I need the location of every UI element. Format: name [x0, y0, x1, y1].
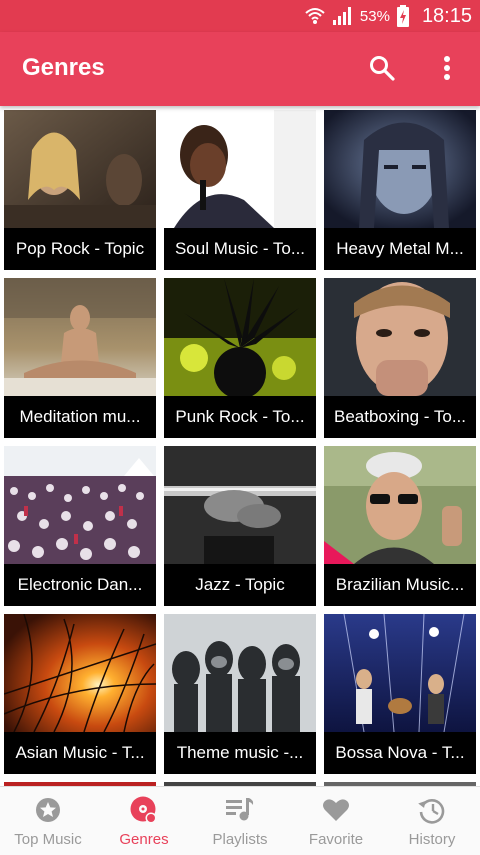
genre-label: Punk Rock - To...	[164, 396, 316, 438]
genre-thumbnail	[324, 446, 476, 564]
genre-thumbnail	[164, 278, 316, 396]
genre-label: Electronic Dan...	[4, 564, 156, 606]
nav-playlists[interactable]: Playlists	[192, 787, 288, 855]
genre-thumbnail	[4, 278, 156, 396]
genre-label: Bossa Nova - T...	[324, 732, 476, 774]
genre-thumbnail	[324, 278, 476, 396]
vinyl-record-icon	[129, 795, 159, 825]
genre-thumbnail	[4, 446, 156, 564]
genre-card-heavy-metal[interactable]: Heavy Metal M...	[324, 110, 476, 270]
genre-thumbnail	[164, 446, 316, 564]
more-vert-icon	[443, 55, 451, 86]
nav-label: Playlists	[212, 831, 268, 848]
genre-card-beatboxing[interactable]: Beatboxing - To...	[324, 278, 476, 438]
genre-label: Asian Music - T...	[4, 732, 156, 774]
heart-icon	[322, 795, 350, 825]
nav-genres[interactable]: Genres	[96, 787, 192, 855]
bottom-navigation: Top Music Genres Playlists Favorite Hist…	[0, 786, 480, 855]
genre-thumbnail	[324, 614, 476, 732]
genre-thumbnail	[164, 614, 316, 732]
genre-label: Theme music -...	[164, 732, 316, 774]
nav-top-music[interactable]: Top Music	[0, 787, 96, 855]
nav-label: Top Music	[14, 831, 82, 848]
genre-label: Meditation mu...	[4, 396, 156, 438]
genre-card-bossa-nova[interactable]: Bossa Nova - T...	[324, 614, 476, 774]
genre-grid: Pop Rock - Topic Soul Music - To... Heav…	[0, 106, 480, 786]
genre-card-electronic-dance[interactable]: Electronic Dan...	[4, 446, 156, 606]
status-bar: 53% 18:15	[0, 0, 480, 32]
battery-charging-icon	[396, 5, 410, 27]
genre-card-meditation[interactable]: Meditation mu...	[4, 278, 156, 438]
genre-label: Heavy Metal M...	[324, 228, 476, 270]
star-icon	[35, 795, 61, 825]
nav-label: History	[408, 831, 456, 848]
genre-card-theme-music[interactable]: Theme music -...	[164, 614, 316, 774]
genre-label: Beatboxing - To...	[324, 396, 476, 438]
genre-thumbnail	[324, 110, 476, 228]
search-icon	[369, 55, 395, 86]
nav-label: Favorite	[308, 831, 364, 848]
genre-card-punk-rock[interactable]: Punk Rock - To...	[164, 278, 316, 438]
genre-label: Jazz - Topic	[164, 564, 316, 606]
status-icons: 53% 18:15	[304, 0, 472, 32]
genre-card-pop-rock[interactable]: Pop Rock - Topic	[4, 110, 156, 270]
battery-percentage: 53%	[359, 7, 390, 25]
genre-card-soul-music[interactable]: Soul Music - To...	[164, 110, 316, 270]
genre-card-jazz[interactable]: Jazz - Topic	[164, 446, 316, 606]
app-bar: Genres	[0, 32, 480, 106]
genre-label: Brazilian Music...	[324, 564, 476, 606]
genre-thumbnail	[4, 110, 156, 228]
nav-label: Genres	[119, 831, 169, 848]
genre-label: Soul Music - To...	[164, 228, 316, 270]
more-options-button[interactable]	[432, 54, 462, 86]
genre-label: Pop Rock - Topic	[4, 228, 156, 270]
signal-icon	[332, 6, 354, 26]
genre-thumbnail	[4, 614, 156, 732]
genre-card-asian-music[interactable]: Asian Music - T...	[4, 614, 156, 774]
genre-thumbnail	[164, 110, 316, 228]
clock: 18:15	[421, 4, 472, 27]
history-icon	[418, 795, 446, 825]
nav-history[interactable]: History	[384, 787, 480, 855]
playlist-icon	[225, 795, 255, 825]
wifi-icon	[304, 6, 326, 26]
search-button[interactable]	[366, 54, 398, 86]
nav-favorite[interactable]: Favorite	[288, 787, 384, 855]
page-title: Genres	[22, 54, 105, 81]
genre-card-brazilian-music[interactable]: Brazilian Music...	[324, 446, 476, 606]
